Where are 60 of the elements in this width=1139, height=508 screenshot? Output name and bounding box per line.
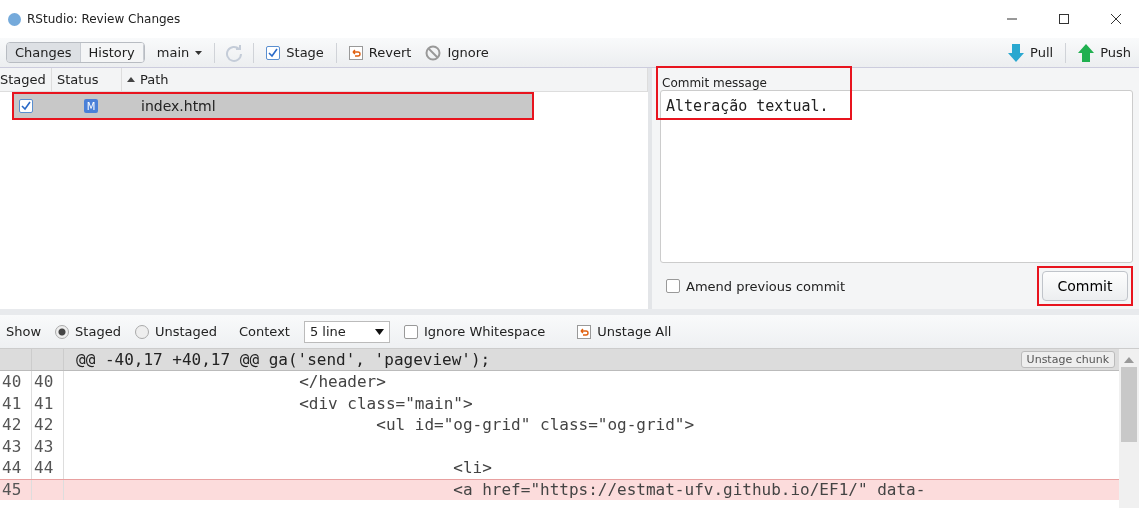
staged-checkbox[interactable] [19,99,33,113]
unstage-chunk-button[interactable]: Unstage chunk [1020,351,1115,368]
commit-button[interactable]: Commit [1042,271,1128,301]
code-text: </header> [298,372,386,392]
code-text: <ul id="og-grid" class="og-grid"> [375,415,695,435]
line-number: 43 [2,436,22,456]
scrollbar-thumb[interactable] [1121,367,1137,442]
show-radio[interactable]: Unstaged [134,324,217,339]
line-number: 45 [2,480,22,500]
show-label: Show [6,324,42,339]
down-arrow-icon [1008,43,1025,62]
status-badge: M [84,99,98,113]
checkmark-icon [268,47,279,58]
up-arrow-icon [1078,43,1095,62]
commit-message-field[interactable]: Alteração textual. [660,90,1133,263]
code-text: <div class="main"> [298,393,473,413]
context-label: Context [239,324,290,339]
amend-checkbox[interactable]: Amend previous commit [660,278,846,294]
commit-message-label: Commit message [661,75,768,90]
code-text: <li> [452,458,492,478]
context-dropdown[interactable]: 5 line [303,320,390,343]
line-number: 42 [2,415,22,435]
unstage-all-button[interactable]: Unstage All [575,324,674,339]
branch-dropdown[interactable]: main [154,45,205,60]
undo-arrow-icon [577,324,592,339]
line-number: 41 [34,393,54,413]
pull-button[interactable]: Pull [1006,43,1056,62]
refresh-icon[interactable] [225,43,244,62]
ignore-button[interactable]: Ignore [423,44,491,61]
scroll-up-icon[interactable] [1124,357,1134,363]
close-icon[interactable] [1111,14,1121,24]
app-logo-icon [8,12,21,26]
line-number: 43 [34,436,54,456]
tab[interactable]: Changes [7,43,81,62]
ignore-whitespace-checkbox[interactable]: Ignore Whitespace [403,324,546,339]
line-number: 40 [34,372,54,392]
column-header[interactable]: Staged [0,68,52,91]
file-row[interactable]: M index.html [12,92,534,120]
column-header[interactable]: Path [122,68,648,91]
prohibited-icon [425,44,442,61]
caret-icon [374,328,384,335]
sort-arrow-icon [127,77,135,82]
line-number: 40 [2,372,22,392]
window-title: RStudio: Review Changes [27,12,182,26]
line-number: 44 [34,458,54,478]
line-number: 44 [2,458,22,478]
column-header[interactable]: Status [52,68,122,91]
checkmark-icon [21,101,31,111]
show-radio[interactable]: Staged [55,324,121,339]
maximize-icon[interactable] [1059,14,1069,24]
caret-icon [195,50,203,55]
hunk-header: @@ -40,17 +40,17 @@ ga('send', 'pageview'); [75,350,492,369]
file-path: index.html [140,98,217,114]
code-text: <a href="https://estmat-ufv.github.io/EF1/" data- [452,480,926,500]
tab[interactable]: History [80,43,144,62]
push-button[interactable]: Push [1076,43,1133,62]
line-number: 41 [2,393,22,413]
revert-button[interactable]: Revert [346,45,414,60]
stage-button[interactable]: Stage [264,45,326,60]
line-number: 42 [34,415,54,435]
